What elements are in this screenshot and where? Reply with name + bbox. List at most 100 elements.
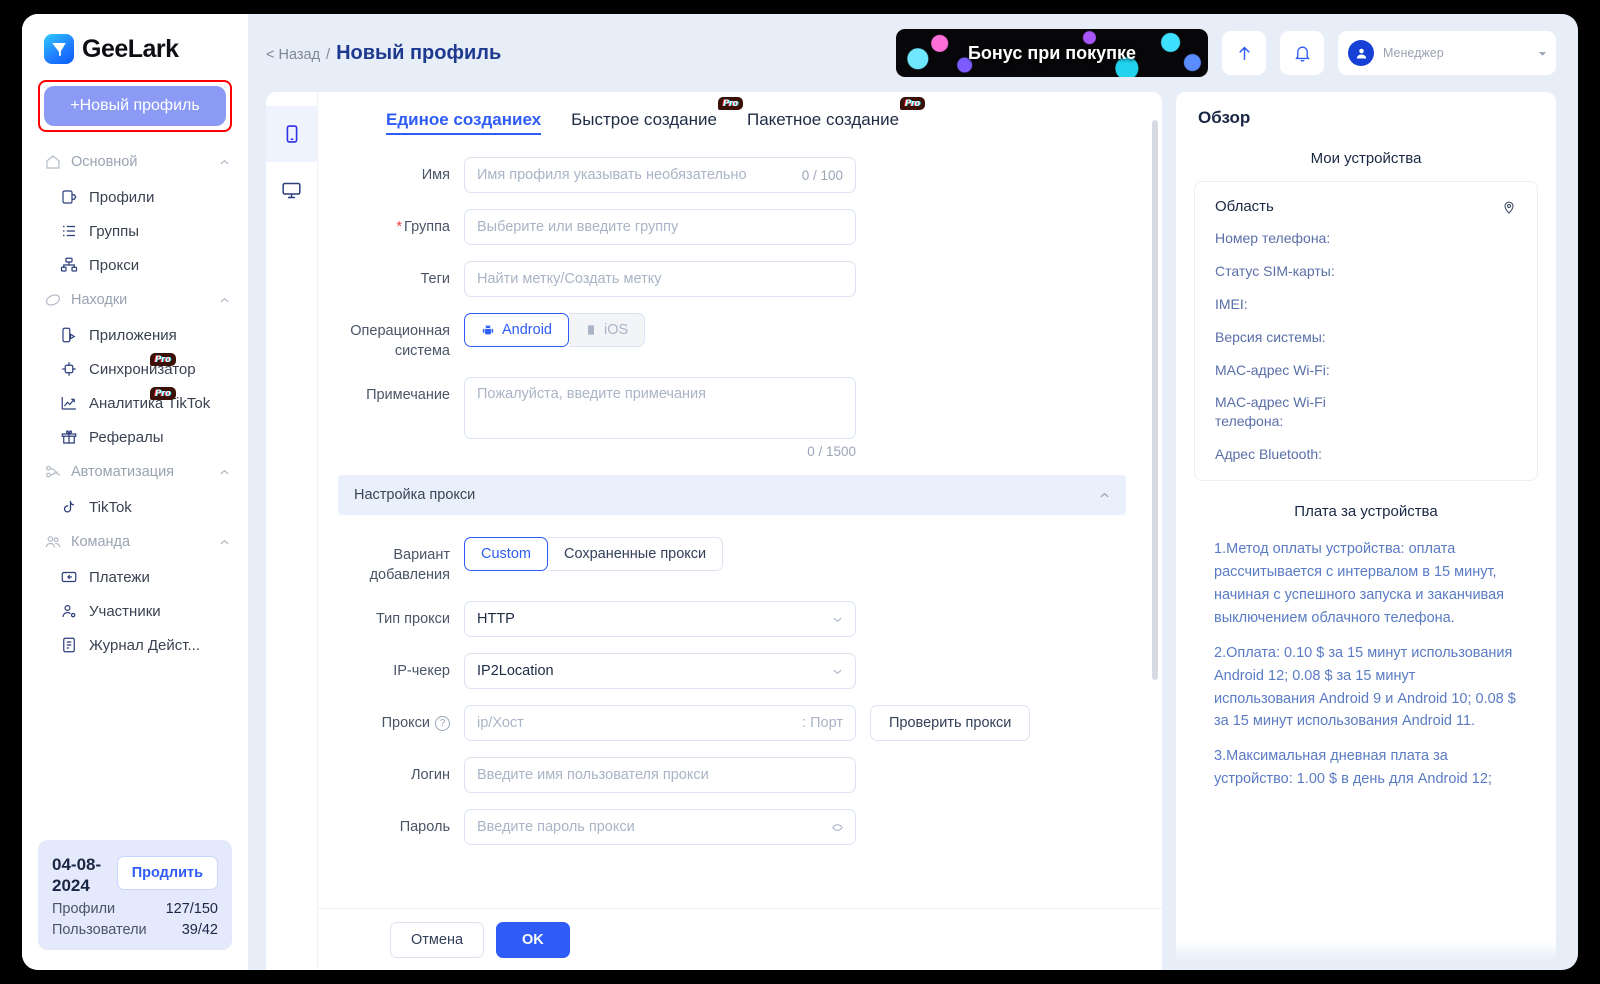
field-row-password: Пароль Введите пароль прокси [338, 809, 1126, 846]
ok-button[interactable]: OK [496, 921, 570, 958]
sync-icon [62, 362, 76, 376]
groups-icon [63, 225, 75, 237]
field-row-login: Логин Введите имя пользователя прокси [338, 757, 1126, 794]
pro-badge: Pro [717, 97, 743, 110]
name-input[interactable]: Имя профиля указывать необязательно 0 / … [464, 157, 856, 193]
chevron-down-icon [1538, 51, 1547, 56]
device-field-phone-wifi-mac: MAC-адрес Wi-Fi телефона: [1215, 394, 1326, 430]
os-option-label: Android [502, 322, 552, 338]
avatar [1348, 40, 1374, 66]
sidebar-item-gruppy[interactable]: Группы [22, 214, 248, 248]
my-devices-title: Мои устройства [1310, 150, 1422, 167]
name-placeholder: Имя профиля указывать необязательно [477, 167, 747, 183]
billing-paragraph-1: 1.Метод оплаты устройства: оплата рассчи… [1214, 541, 1504, 626]
bell-icon [1294, 46, 1310, 62]
location-pin-icon[interactable] [1501, 199, 1517, 215]
sidebar-item-referaly[interactable]: Рефералы [22, 420, 248, 454]
sidebar-item-proksi[interactable]: Прокси [22, 248, 248, 282]
main-area: < Назад / Новый профиль Бонус при покупк… [248, 14, 1578, 970]
device-billing-title: Плата за устройства [1294, 503, 1438, 521]
proxy-host-input[interactable]: ip/Хост : Порт [464, 705, 856, 742]
note-textarea[interactable]: Пожалуйста, введите примечания [464, 377, 856, 440]
pro-badge: Pro [900, 97, 926, 110]
sidebar-group-label: Автоматизация [71, 464, 175, 480]
add-variant-saved[interactable]: Сохраненные прокси [547, 537, 724, 572]
subscription-expiry-date: 04-08-2024 [52, 854, 102, 895]
proxy-type-value: HTTP [477, 611, 515, 628]
add-variant-custom[interactable]: Custom [464, 537, 548, 572]
proxy-icon [60, 257, 78, 272]
tab-single-creation[interactable]: Единое созданиех [386, 110, 542, 135]
proxy-section-header[interactable]: Настройка прокси [338, 475, 1126, 516]
tags-placeholder: Найти метку/Создать метку [477, 271, 662, 287]
gift-icon [61, 430, 77, 444]
tags-input[interactable]: Найти метку/Создать метку [464, 261, 856, 297]
login-input[interactable]: Введите имя пользователя прокси [464, 757, 856, 794]
sidebar-item-label: Прокси [89, 256, 140, 274]
device-info-card: Область Номер телефона: Статус SIM-карты… [1194, 181, 1538, 482]
user-menu[interactable]: Менеджер [1338, 31, 1556, 75]
tab-quick-creation[interactable]: Быстрое создание Pro [571, 97, 743, 133]
question-icon[interactable]: ? [435, 715, 450, 731]
sidebar-item-platezhi[interactable]: Платежи [22, 560, 248, 594]
sidebar-item-analitika-tiktok[interactable]: Аналитика TikTok Pro [22, 386, 248, 420]
tab-batch-creation[interactable]: Пакетное создание Pro [746, 97, 926, 133]
chevron-down-icon [833, 669, 842, 674]
rail-phone-button[interactable] [266, 106, 317, 162]
android-icon [482, 324, 494, 335]
ip-checker-select[interactable]: IP2Location [464, 653, 856, 690]
field-row-group: * Группа Выберите или введите группу [338, 209, 1126, 245]
device-field-wifi-mac: MAC-адрес Wi-Fi: [1215, 361, 1330, 378]
cancel-button[interactable]: Отмена [390, 921, 485, 958]
upload-button[interactable] [1222, 31, 1266, 75]
group-input[interactable]: Выберите или введите группу [464, 209, 856, 245]
promo-banner[interactable]: Бонус при покупке [896, 29, 1208, 77]
eye-icon[interactable] [832, 822, 843, 833]
sidebar-item-prilozheniya[interactable]: Приложения [22, 318, 248, 352]
new-profile-form-panel: Единое созданиех Быстрое создание Pro Па… [266, 92, 1162, 970]
sidebar-item-zhurnal-deystviy[interactable]: Журнал Дейст... [22, 628, 248, 662]
tab-label: Быстрое создание [571, 110, 717, 129]
back-link[interactable]: < Назад [266, 47, 320, 63]
notifications-button[interactable] [1280, 31, 1324, 75]
geelark-logo-icon [44, 34, 74, 64]
rail-desktop-button[interactable] [266, 162, 317, 218]
sidebar-group-label: Команда [71, 534, 131, 550]
proxy-type-label: Тип прокси [375, 611, 450, 628]
sidebar-item-label: Рефералы [89, 428, 164, 446]
sidebar-group-nahodki[interactable]: Находки [22, 282, 248, 318]
password-input[interactable]: Введите пароль прокси [464, 809, 856, 846]
check-proxy-button[interactable]: Проверить прокси [870, 705, 1031, 742]
sidebar-item-sinhronizator[interactable]: Синхронизатор Pro [22, 352, 248, 386]
renew-button[interactable]: Продлить [116, 855, 218, 890]
subscription-row-profiles: Профили 127/150 [52, 901, 218, 917]
sidebar-group-osnovnoi[interactable]: Основной [22, 144, 248, 180]
sidebar-group-komanda[interactable]: Команда [22, 524, 248, 560]
field-row-tags: Теги Найти метку/Создать метку [338, 261, 1126, 297]
sidebar-item-profili[interactable]: Профили [22, 180, 248, 214]
new-profile-button[interactable]: +Новый профиль [44, 86, 226, 126]
proxy-label: Прокси? [338, 705, 464, 741]
user-role: Менеджер [1383, 46, 1444, 60]
panel-fade-overlay [1176, 940, 1556, 970]
sidebar-group-avtomatizaciya[interactable]: Автоматизация [22, 454, 248, 490]
sidebar-item-uchastniki[interactable]: Участники [22, 594, 248, 628]
log-icon [63, 637, 75, 653]
form-scroll-area: Единое созданиех Быстрое создание Pro Па… [318, 92, 1162, 970]
sidebar-item-label: Участники [89, 602, 161, 620]
os-option-android[interactable]: Android [464, 313, 569, 347]
os-option-ios[interactable]: iOS [568, 313, 646, 347]
chevron-up-icon [220, 297, 229, 302]
tab-label: Единое созданиех [386, 110, 542, 129]
proxy-type-select[interactable]: HTTP [464, 601, 856, 638]
payments-icon [61, 571, 77, 583]
sidebar-item-tiktok[interactable]: TikTok [22, 490, 248, 524]
subscription-row-value: 127/150 [165, 901, 218, 917]
tab-label: Пакетное создание [746, 110, 900, 129]
ip-checker-label: IP-чекер [393, 663, 450, 680]
note-label: Примечание [366, 387, 450, 404]
subscription-row-value: 39/42 [181, 922, 218, 938]
form-scrollbar[interactable] [1152, 120, 1158, 680]
group-placeholder: Выберите или введите группу [477, 219, 679, 235]
home-icon [46, 155, 60, 169]
